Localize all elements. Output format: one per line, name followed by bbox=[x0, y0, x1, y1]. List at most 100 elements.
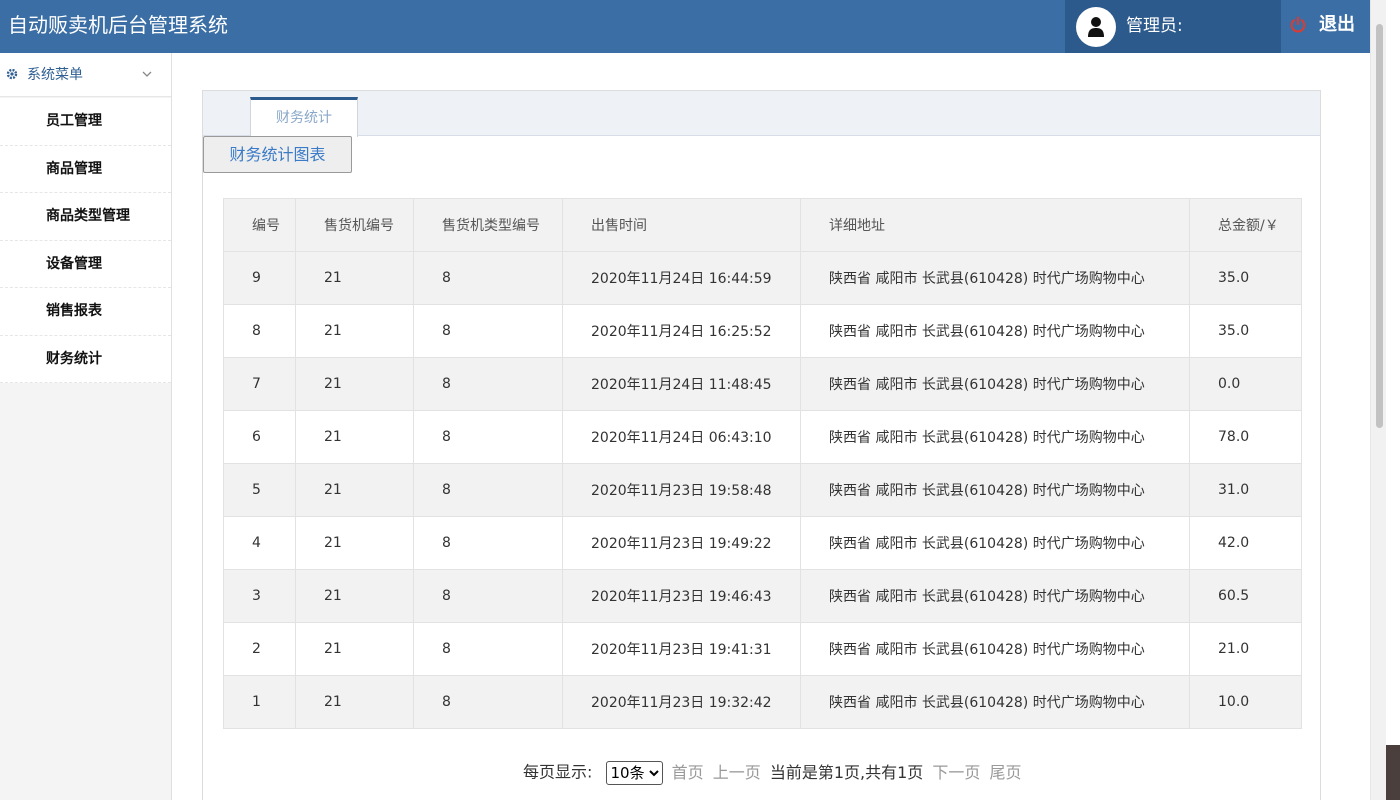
cell-machine-type-id: 8 bbox=[413, 304, 563, 358]
cell-id: 1 bbox=[223, 675, 296, 729]
cell-sale-time: 2020年11月24日 16:25:52 bbox=[562, 304, 801, 358]
cell-sale-time: 2020年11月23日 19:58:48 bbox=[562, 463, 801, 517]
sidebar-item-finance[interactable]: 财务统计 bbox=[0, 336, 171, 383]
vertical-scrollbar[interactable] bbox=[1370, 0, 1386, 800]
main-panel: 财务统计 财务统计图表 编号 售货机编号 售货机类型编号 出售时间 详细地址 总… bbox=[202, 90, 1321, 800]
first-page-link[interactable]: 首页 bbox=[672, 763, 704, 782]
table-row: 8 21 8 2020年11月24日 16:25:52 陕西省 咸阳市 长武县(… bbox=[223, 304, 1302, 358]
cell-id: 7 bbox=[223, 357, 296, 411]
next-page-link[interactable]: 下一页 bbox=[932, 763, 980, 782]
cell-id: 3 bbox=[223, 569, 296, 623]
sidebar-item-label: 设备管理 bbox=[46, 255, 102, 272]
top-header: 自动贩卖机后台管理系统 管理员: 退出 bbox=[0, 0, 1370, 53]
table-row: 7 21 8 2020年11月24日 11:48:45 陕西省 咸阳市 长武县(… bbox=[223, 357, 1302, 411]
finance-chart-button[interactable]: 财务统计图表 bbox=[203, 136, 352, 173]
tab-finance[interactable]: 财务统计 bbox=[250, 97, 358, 137]
cell-machine-id: 21 bbox=[295, 569, 414, 623]
table-row: 1 21 8 2020年11月23日 19:32:42 陕西省 咸阳市 长武县(… bbox=[223, 675, 1302, 729]
sidebar-menu-title: 系统菜单 bbox=[27, 67, 83, 83]
cell-machine-type-id: 8 bbox=[413, 516, 563, 570]
cell-machine-id: 21 bbox=[295, 622, 414, 676]
cell-id: 5 bbox=[223, 463, 296, 517]
cell-address: 陕西省 咸阳市 长武县(610428) 时代广场购物中心 bbox=[800, 675, 1190, 729]
sidebar-item-label: 商品管理 bbox=[46, 160, 102, 177]
table-row: 3 21 8 2020年11月23日 19:46:43 陕西省 咸阳市 长武县(… bbox=[223, 569, 1302, 623]
column-header-sale-time: 出售时间 bbox=[562, 198, 801, 252]
cell-id: 2 bbox=[223, 622, 296, 676]
cell-machine-type-id: 8 bbox=[413, 251, 563, 305]
tab-label: 财务统计 bbox=[276, 110, 332, 126]
cell-machine-type-id: 8 bbox=[413, 675, 563, 729]
cell-machine-type-id: 8 bbox=[413, 357, 563, 411]
logout-button[interactable]: 退出 bbox=[1281, 0, 1370, 53]
sidebar: 系统菜单 员工管理 商品管理 商品类型管理 设备管理 销售报表 财务统计 bbox=[0, 53, 172, 800]
cell-machine-id: 21 bbox=[295, 463, 414, 517]
cell-address: 陕西省 咸阳市 长武县(610428) 时代广场购物中心 bbox=[800, 622, 1190, 676]
sidebar-menu-header[interactable]: 系统菜单 bbox=[0, 53, 171, 97]
sidebar-item-product-types[interactable]: 商品类型管理 bbox=[0, 193, 171, 241]
cell-address: 陕西省 咸阳市 长武县(610428) 时代广场购物中心 bbox=[800, 410, 1190, 464]
pagination: 每页显示: 10条 首页 上一页 当前是第1页,共有1页 下一页 尾页 bbox=[523, 759, 1025, 785]
prev-page-link[interactable]: 上一页 bbox=[713, 763, 761, 782]
cell-address: 陕西省 咸阳市 长武县(610428) 时代广场购物中心 bbox=[800, 463, 1190, 517]
cell-total-amount: 35.0 bbox=[1189, 304, 1302, 358]
gear-icon bbox=[6, 68, 18, 80]
cell-machine-id: 21 bbox=[295, 357, 414, 411]
scroll-thumb[interactable] bbox=[1376, 24, 1383, 428]
finance-chart-button-label: 财务统计图表 bbox=[229, 145, 326, 164]
cell-address: 陕西省 咸阳市 长武县(610428) 时代广场购物中心 bbox=[800, 516, 1190, 570]
cell-machine-type-id: 8 bbox=[413, 569, 563, 623]
chevron-down-icon bbox=[142, 71, 152, 77]
column-header-address: 详细地址 bbox=[800, 198, 1190, 252]
last-page-link[interactable]: 尾页 bbox=[989, 763, 1021, 782]
power-icon bbox=[1290, 16, 1306, 33]
cell-total-amount: 78.0 bbox=[1189, 410, 1302, 464]
table-row: 9 21 8 2020年11月24日 16:44:59 陕西省 咸阳市 长武县(… bbox=[223, 251, 1302, 305]
per-page-select[interactable]: 10条 bbox=[605, 760, 663, 785]
cell-machine-id: 21 bbox=[295, 675, 414, 729]
user-info: 管理员: bbox=[1065, 0, 1281, 53]
cell-total-amount: 60.5 bbox=[1189, 569, 1302, 623]
sidebar-item-employee[interactable]: 员工管理 bbox=[0, 98, 171, 146]
table-row: 5 21 8 2020年11月23日 19:58:48 陕西省 咸阳市 长武县(… bbox=[223, 463, 1302, 517]
cell-address: 陕西省 咸阳市 长武县(610428) 时代广场购物中心 bbox=[800, 357, 1190, 411]
finance-table: 编号 售货机编号 售货机类型编号 出售时间 详细地址 总金额/￥ 9 21 8 … bbox=[223, 198, 1302, 729]
sidebar-menu-list: 员工管理 商品管理 商品类型管理 设备管理 销售报表 财务统计 bbox=[0, 98, 171, 383]
logout-label: 退出 bbox=[1319, 14, 1355, 35]
cell-sale-time: 2020年11月23日 19:46:43 bbox=[562, 569, 801, 623]
cell-total-amount: 31.0 bbox=[1189, 463, 1302, 517]
window-edge bbox=[1386, 0, 1400, 800]
column-header-machine-id: 售货机编号 bbox=[295, 198, 414, 252]
table-row: 4 21 8 2020年11月23日 19:49:22 陕西省 咸阳市 长武县(… bbox=[223, 516, 1302, 570]
cell-total-amount: 42.0 bbox=[1189, 516, 1302, 570]
avatar[interactable] bbox=[1076, 7, 1116, 47]
cell-sale-time: 2020年11月24日 16:44:59 bbox=[562, 251, 801, 305]
cell-id: 9 bbox=[223, 251, 296, 305]
page-status: 当前是第1页,共有1页 bbox=[769, 762, 924, 782]
per-page-label: 每页显示: bbox=[523, 762, 593, 782]
column-header-machine-type-id: 售货机类型编号 bbox=[413, 198, 563, 252]
cell-address: 陕西省 咸阳市 长武县(610428) 时代广场购物中心 bbox=[800, 251, 1190, 305]
cell-id: 4 bbox=[223, 516, 296, 570]
sidebar-item-devices[interactable]: 设备管理 bbox=[0, 241, 171, 288]
cell-machine-type-id: 8 bbox=[413, 622, 563, 676]
table-row: 6 21 8 2020年11月24日 06:43:10 陕西省 咸阳市 长武县(… bbox=[223, 410, 1302, 464]
window-edge-dark bbox=[1386, 745, 1400, 800]
cell-sale-time: 2020年11月24日 11:48:45 bbox=[562, 357, 801, 411]
user-icon bbox=[1088, 17, 1104, 37]
cell-total-amount: 35.0 bbox=[1189, 251, 1302, 305]
sidebar-item-products[interactable]: 商品管理 bbox=[0, 146, 171, 193]
cell-total-amount: 10.0 bbox=[1189, 675, 1302, 729]
cell-sale-time: 2020年11月24日 06:43:10 bbox=[562, 410, 801, 464]
tab-bar: 财务统计 bbox=[203, 91, 1320, 137]
cell-sale-time: 2020年11月23日 19:49:22 bbox=[562, 516, 801, 570]
column-header-id: 编号 bbox=[223, 198, 296, 252]
cell-machine-id: 21 bbox=[295, 304, 414, 358]
column-header-total-amount: 总金额/￥ bbox=[1189, 198, 1302, 252]
cell-id: 6 bbox=[223, 410, 296, 464]
cell-sale-time: 2020年11月23日 19:32:42 bbox=[562, 675, 801, 729]
cell-address: 陕西省 咸阳市 长武县(610428) 时代广场购物中心 bbox=[800, 569, 1190, 623]
user-label: 管理员: bbox=[1126, 16, 1183, 36]
cell-total-amount: 21.0 bbox=[1189, 622, 1302, 676]
sidebar-item-sales-report[interactable]: 销售报表 bbox=[0, 288, 171, 336]
